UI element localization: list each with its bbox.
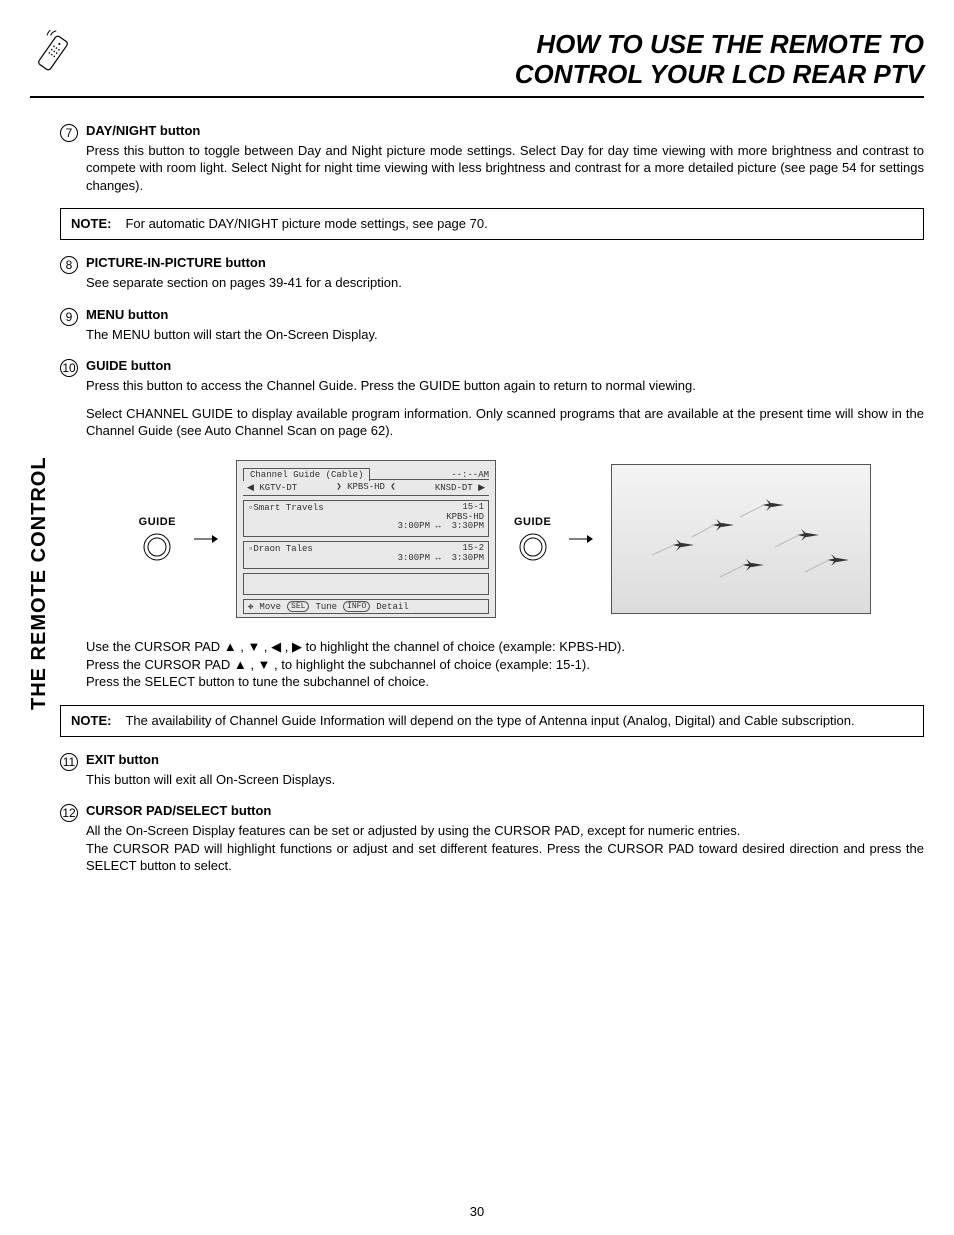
osd-entry-title: Smart Travels (253, 503, 323, 513)
guide-button-icon (518, 532, 548, 562)
remote-icon (30, 30, 76, 76)
item-guide: 10 GUIDE button Press this button to acc… (60, 357, 924, 440)
osd-subch: 15-1 (462, 502, 484, 512)
note-box-guide: NOTE: The availability of Channel Guide … (60, 705, 924, 737)
item-number: 7 (60, 124, 78, 142)
item-number: 9 (60, 308, 78, 326)
cursor-instruction-2: Press the CURSOR PAD ▲ , ▼ , to highligh… (86, 656, 924, 674)
item-body: This button will exit all On-Screen Disp… (86, 771, 924, 789)
guide-label: GUIDE (139, 516, 176, 528)
item-exit: 11 EXIT button This button will exit all… (60, 751, 924, 789)
osd-ch-right: KNSD-DT (435, 483, 473, 493)
item-pip: 8 PICTURE-IN-PICTURE button See separate… (60, 254, 924, 292)
item-body2: The CURSOR PAD will highlight functions … (86, 840, 924, 875)
osd-entry: ▫Draon Tales 15-2 3:00PM ↔ 3:30PM (243, 541, 489, 569)
item-number: 11 (60, 753, 78, 771)
osd-start: 3:00PM (398, 553, 430, 563)
side-tab-label: THE REMOTE CONTROL (28, 456, 51, 710)
note-label: NOTE: (71, 712, 111, 730)
osd-start: 3:00PM (398, 521, 430, 531)
guide-figure-row: GUIDE Channel Guide (Cable) --:--AM ◀ KG… (86, 460, 924, 619)
title-line1: HOW TO USE THE REMOTE TO (76, 30, 924, 60)
item-number: 10 (60, 359, 78, 377)
content-area: 7 DAY/NIGHT button Press this button to … (30, 122, 924, 875)
item-body: The MENU button will start the On-Screen… (86, 326, 924, 344)
cursor-instruction-1: Use the CURSOR PAD ▲ , ▼ , ◀ , ▶ to high… (86, 638, 924, 656)
osd-entry: ▫Smart Travels 15-1 KPBS-HD 3:00PM ↔ 3:3… (243, 500, 489, 538)
title-line2: CONTROL YOUR LCD REAR PTV (76, 60, 924, 90)
item-number: 8 (60, 256, 78, 274)
channel-guide-osd: Channel Guide (Cable) --:--AM ◀ KGTV-DT … (236, 460, 496, 619)
item-day-night: 7 DAY/NIGHT button Press this button to … (60, 122, 924, 195)
item-title: GUIDE button (86, 358, 171, 373)
item-body2: Select CHANNEL GUIDE to display availabl… (86, 405, 924, 440)
arrow-right-icon (569, 534, 593, 544)
osd-footer: ✥Move SEL Tune INFO Detail (243, 599, 489, 614)
planes-image (612, 465, 871, 614)
item-title: MENU button (86, 307, 168, 322)
item-title: CURSOR PAD/SELECT button (86, 803, 271, 818)
osd-entry-title: Draon Tales (253, 544, 312, 554)
item-title: DAY/NIGHT button (86, 123, 200, 138)
note-label: NOTE: (71, 215, 111, 233)
guide-label: GUIDE (514, 516, 551, 528)
cursor-instruction-3: Press the SELECT button to tune the subc… (86, 673, 924, 691)
osd-title: Channel Guide (Cable) (243, 468, 370, 481)
tv-photo (611, 464, 871, 614)
osd-sel-pill: SEL (287, 601, 309, 612)
guide-button-icon (142, 532, 172, 562)
item-number: 12 (60, 804, 78, 822)
item-body: See separate section on pages 39-41 for … (86, 274, 924, 292)
item-title: EXIT button (86, 752, 159, 767)
osd-ch-mid: KPBS-HD (347, 482, 385, 492)
osd-channel-row: ◀ KGTV-DT ❯ KPBS-HD ❮ KNSD-DT ▶ (243, 479, 489, 496)
item-body: All the On-Screen Display features can b… (86, 822, 924, 840)
osd-end: 3:30PM (452, 553, 484, 563)
osd-info-pill: INFO (343, 601, 370, 612)
note-text: For automatic DAY/NIGHT picture mode set… (125, 215, 913, 233)
osd-subch: 15-2 (462, 543, 484, 553)
arrow-right-icon (194, 534, 218, 544)
osd-detail: Detail (376, 602, 408, 612)
item-body: Press this button to access the Channel … (86, 377, 924, 395)
osd-time: --:--AM (451, 470, 489, 480)
osd-move: Move (259, 602, 281, 612)
guide-button-right: GUIDE (514, 516, 551, 562)
page-number: 30 (0, 1204, 954, 1219)
item-title: PICTURE-IN-PICTURE button (86, 255, 266, 270)
osd-ch-left: KGTV-DT (259, 483, 297, 493)
item-menu: 9 MENU button The MENU button will start… (60, 306, 924, 344)
note-text: The availability of Channel Guide Inform… (125, 712, 913, 730)
guide-button-left: GUIDE (139, 516, 176, 562)
page-title: HOW TO USE THE REMOTE TO CONTROL YOUR LC… (76, 30, 924, 90)
osd-entry-empty (243, 573, 489, 595)
note-box-daynight: NOTE: For automatic DAY/NIGHT picture mo… (60, 208, 924, 240)
osd-end: 3:30PM (452, 521, 484, 531)
osd-subch-name: KPBS-HD (446, 512, 484, 522)
page-header: HOW TO USE THE REMOTE TO CONTROL YOUR LC… (30, 30, 924, 98)
item-cursor-pad: 12 CURSOR PAD/SELECT button All the On-S… (60, 802, 924, 875)
item-body: Press this button to toggle between Day … (86, 142, 924, 195)
osd-tune: Tune (315, 602, 337, 612)
